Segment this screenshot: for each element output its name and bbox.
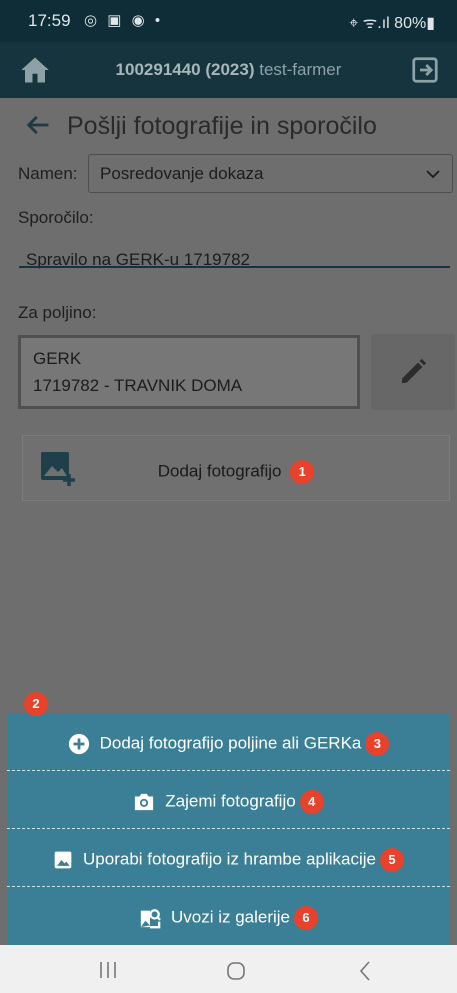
recent-apps-icon[interactable]	[98, 961, 118, 979]
app-bar: 100291440 (2023) test-farmer	[0, 42, 457, 98]
plus-circle-icon	[68, 733, 89, 755]
namen-value: Posredovanje dokaza	[100, 164, 264, 183]
badge-1: 1	[290, 460, 315, 484]
sheet-item-add-field-photo[interactable]: Dodaj fotografijo poljine ali GERKa 3	[7, 713, 450, 771]
badge-3: 3	[365, 732, 390, 756]
app-title-id: 100291440 (2023)	[115, 60, 255, 79]
sheet-item-label: Uvozi iz galerije	[170, 907, 291, 927]
add-photo-text: Dodaj fotografijo 1	[23, 460, 449, 484]
back-nav-icon[interactable]	[358, 960, 372, 982]
sheet-item-label: Uporabi fotografijo iz hrambe aplikacije	[83, 849, 376, 869]
system-nav-bar	[0, 945, 457, 993]
app-title: 100291440 (2023) test-farmer	[0, 60, 457, 80]
namen-label: Namen:	[18, 164, 78, 183]
badge-6: 6	[294, 906, 319, 930]
field-label: Za poljino:	[18, 303, 97, 322]
sheet-item-import-gallery[interactable]: Uvozi iz galerije 6	[7, 887, 450, 945]
chevron-down-icon	[424, 165, 442, 183]
status-battery: ⌖ ᯤ.ıl 80%▮	[349, 15, 435, 32]
sheet-item-capture-photo[interactable]: Zajemi fotografijo 4	[7, 771, 450, 829]
camera-icon	[135, 793, 154, 811]
message-underline	[19, 266, 450, 268]
pencil-icon	[401, 358, 427, 384]
badge-5: 5	[379, 848, 404, 872]
sheet-item-app-storage-photo[interactable]: Uporabi fotografijo iz hrambe aplikacije…	[7, 829, 450, 887]
status-icons: ◎ ▣ ◉ •	[84, 12, 164, 29]
gerk-line1: GERK	[33, 349, 82, 368]
bottom-sheet: Dodaj fotografijo poljine ali GERKa 3 Zaj…	[7, 713, 450, 945]
message-label: Sporočilo:	[18, 208, 94, 227]
add-photo-label: Dodaj fotografijo	[157, 461, 282, 481]
image-icon	[54, 851, 72, 869]
sheet-item-label: Dodaj fotografijo poljine ali GERKa	[99, 733, 362, 753]
gerk-line2: 1719782 - TRAVNIK DOMA	[33, 376, 243, 395]
edit-button[interactable]	[371, 334, 455, 410]
sheet-item-label: Zajemi fotografijo	[165, 791, 296, 811]
app-title-user: test-farmer	[259, 60, 342, 79]
home-nav-icon[interactable]	[226, 961, 246, 981]
gerk-box[interactable]: GERK 1719782 - TRAVNIK DOMA	[18, 335, 360, 409]
logout-icon[interactable]	[410, 55, 440, 85]
add-photo-button[interactable]: Dodaj fotografijo 1	[22, 435, 450, 501]
status-time: 17:59	[28, 11, 71, 30]
status-bar: 17:59 ◎ ▣ ◉ • ⌖ ᯤ.ıl 80%▮	[0, 0, 457, 42]
image-search-icon	[140, 909, 161, 929]
back-arrow-icon[interactable]	[24, 111, 52, 139]
namen-select[interactable]: Posredovanje dokaza	[88, 154, 453, 193]
badge-4: 4	[299, 790, 324, 814]
badge-2: 2	[24, 692, 48, 716]
page-title: Pošlji fotografije in sporočilo	[67, 112, 377, 140]
